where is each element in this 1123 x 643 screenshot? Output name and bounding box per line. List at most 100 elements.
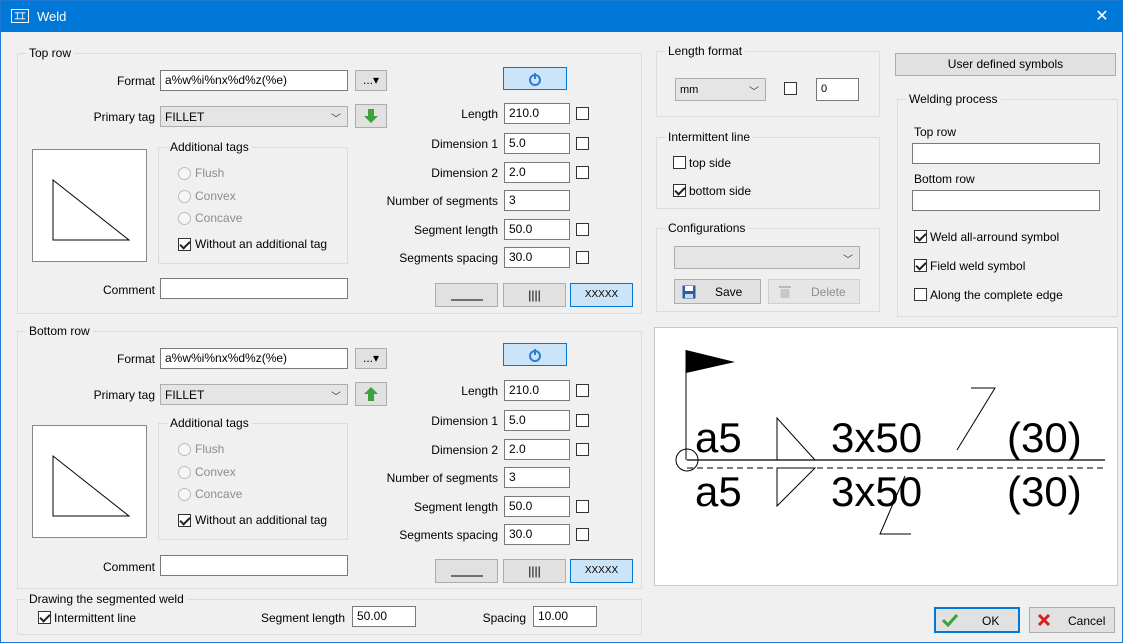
dimension1-input[interactable]: 5.0	[504, 410, 570, 431]
convex-radio[interactable]	[178, 190, 191, 203]
ok-label: OK	[982, 614, 1000, 628]
group-title: Bottom row	[26, 324, 93, 338]
flush-radio[interactable]	[178, 167, 191, 180]
length-input[interactable]: 210.0	[504, 380, 570, 401]
segments-label: Number of segments	[386, 471, 498, 485]
bottom-side-checkbox[interactable]	[673, 184, 686, 197]
dimension2-input[interactable]: 2.0	[504, 439, 570, 460]
without-tag-checkbox[interactable]	[178, 238, 191, 251]
dimension1-input[interactable]: 5.0	[504, 133, 570, 154]
xxxxx-line-button[interactable]: XXXXX	[570, 283, 633, 307]
format-label: Format	[116, 74, 155, 88]
segment-length-input[interactable]: 50.00	[352, 606, 416, 627]
primary-tag-value: FILLET	[165, 388, 205, 402]
comment-input[interactable]	[160, 555, 348, 576]
convex-label: Convex	[195, 465, 236, 479]
flush-radio[interactable]	[178, 443, 191, 456]
cancel-button[interactable]: Cancel	[1029, 607, 1115, 633]
segment-length-checkbox[interactable]	[576, 500, 589, 513]
field-weld-label: Field weld symbol	[930, 259, 1026, 273]
solid-line-button[interactable]	[435, 559, 498, 583]
segments-spacing-checkbox[interactable]	[576, 528, 589, 541]
trash-icon	[779, 286, 791, 298]
without-tag-checkbox[interactable]	[178, 514, 191, 527]
red-x-icon	[1037, 613, 1051, 627]
length-label: Length	[461, 384, 498, 398]
unit-select[interactable]: mm ﹀	[675, 78, 766, 101]
primary-tag-select[interactable]: FILLET ﹀	[160, 106, 348, 127]
segment-length-input[interactable]: 50.0	[504, 496, 570, 517]
dimension2-checkbox[interactable]	[576, 166, 589, 179]
segments-spacing-input[interactable]: 30.0	[504, 524, 570, 545]
dashed-line-button[interactable]: ||||	[503, 559, 566, 583]
dimension2-checkbox[interactable]	[576, 443, 589, 456]
save-label: Save	[715, 285, 743, 299]
segment-length-label: Segment length	[413, 500, 498, 514]
group-title: Intermittent line	[665, 130, 754, 144]
segments-spacing-checkbox[interactable]	[576, 251, 589, 264]
concave-radio[interactable]	[178, 488, 191, 501]
floppy-disk-icon	[682, 285, 696, 299]
close-icon[interactable]: ✕	[1082, 1, 1122, 32]
comment-input[interactable]	[160, 278, 348, 299]
save-button[interactable]: Save	[674, 279, 761, 304]
concave-radio[interactable]	[178, 212, 191, 225]
length-checkbox[interactable]	[576, 384, 589, 397]
top-a-text: a5	[695, 414, 742, 461]
bottom-seg-text: 3x50	[831, 468, 922, 515]
length-checkbox[interactable]	[576, 107, 589, 120]
dimension1-checkbox[interactable]	[576, 137, 589, 150]
bottom-space-text: (30)	[1007, 468, 1082, 515]
primary-tag-label: Primary tag	[93, 110, 155, 124]
precision-input[interactable]: 0	[816, 78, 859, 101]
ok-button[interactable]: OK	[934, 607, 1020, 633]
flush-label: Flush	[195, 166, 225, 180]
intermittent-line-checkbox[interactable]	[38, 611, 51, 624]
segments-input[interactable]: 3	[504, 190, 570, 211]
dashed-line-button[interactable]: ||||	[503, 283, 566, 307]
move-up-button[interactable]	[355, 382, 387, 406]
wp-top-row-input[interactable]	[912, 143, 1100, 164]
spacing-label: Spacing	[482, 611, 526, 625]
user-defined-symbols-button[interactable]: User defined symbols	[895, 53, 1116, 76]
weld-all-around-checkbox[interactable]	[914, 230, 927, 243]
spacing-input[interactable]: 10.00	[533, 606, 597, 627]
complete-edge-checkbox[interactable]	[914, 288, 927, 301]
window-title: Weld	[37, 9, 67, 24]
dimension2-input[interactable]: 2.0	[504, 162, 570, 183]
segment-length-input[interactable]: 50.0	[504, 219, 570, 240]
top-fillet-symbol	[776, 416, 817, 461]
xxxxx-line-button[interactable]: XXXXX	[570, 559, 633, 583]
comment-label: Comment	[102, 560, 155, 574]
format-label: Format	[116, 352, 155, 366]
primary-tag-select[interactable]: FILLET ﹀	[160, 384, 348, 405]
convex-radio[interactable]	[178, 466, 191, 479]
refresh-button[interactable]	[503, 343, 567, 366]
weld-shape-preview	[32, 149, 147, 262]
format-input[interactable]: a%w%i%nx%d%z(%e)	[160, 70, 348, 91]
solid-line-button[interactable]	[435, 283, 498, 307]
weld-shape-preview	[32, 425, 147, 538]
refresh-button[interactable]	[503, 67, 567, 90]
weld-dialog: ⌶⌶ Weld ✕ Top row Format a%w%i%nx%d%z(%e…	[0, 0, 1123, 643]
dimension1-checkbox[interactable]	[576, 414, 589, 427]
format-options-button[interactable]: ...▾	[355, 70, 387, 91]
group-title: Welding process	[906, 92, 1001, 106]
concave-label: Concave	[195, 211, 243, 225]
field-weld-checkbox[interactable]	[914, 259, 927, 272]
segments-input[interactable]: 3	[504, 467, 570, 488]
delete-button[interactable]: Delete	[768, 279, 860, 304]
segment-length-checkbox[interactable]	[576, 223, 589, 236]
move-down-button[interactable]	[355, 104, 387, 128]
delete-label: Delete	[811, 285, 846, 299]
length-input[interactable]: 210.0	[504, 103, 570, 124]
format-options-button[interactable]: ...▾	[355, 348, 387, 369]
format-input[interactable]: a%w%i%nx%d%z(%e)	[160, 348, 348, 369]
group-title: Additional tags	[167, 140, 252, 154]
length-format-checkbox[interactable]	[784, 82, 797, 95]
top-side-checkbox[interactable]	[673, 156, 686, 169]
wp-bottom-row-input[interactable]	[912, 190, 1100, 211]
configuration-select[interactable]: ﹀	[674, 246, 860, 269]
fillet-triangle-icon	[52, 454, 131, 517]
segments-spacing-input[interactable]: 30.0	[504, 247, 570, 268]
